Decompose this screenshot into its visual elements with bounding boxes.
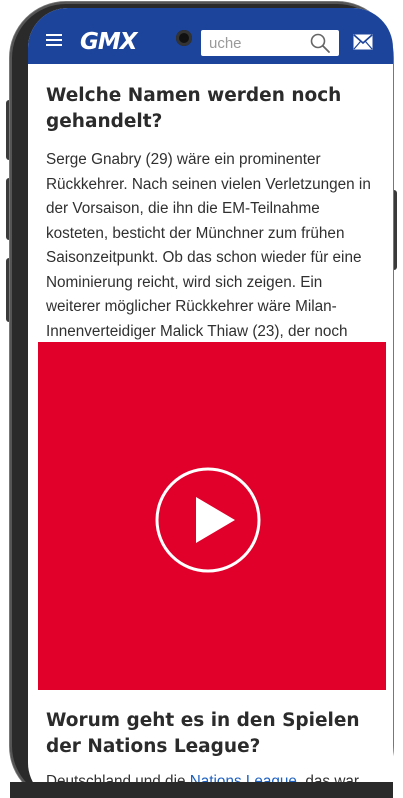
site-header: GMX (28, 8, 393, 64)
search-input[interactable] (209, 30, 307, 56)
phone-bottom-bezel (10, 782, 393, 798)
video-player[interactable] (38, 342, 386, 690)
play-icon[interactable] (154, 466, 262, 574)
article-heading: Welche Namen werden noch gehandelt? (46, 85, 342, 132)
phone-screen: GMX Welche Namen werden noch gehandel (28, 8, 393, 798)
phone-mockup: GMX Welche Namen werden noch gehandel (0, 0, 403, 798)
article-heading: Worum geht es in den Spielen der Nations… (46, 710, 360, 757)
hamburger-menu-icon[interactable] (46, 34, 62, 46)
gmx-logo[interactable]: GMX (80, 29, 137, 55)
front-camera (176, 30, 192, 46)
search-icon[interactable] (309, 32, 331, 54)
mail-icon[interactable] (353, 34, 373, 50)
article-paragraph: Serge Gnabry (29) wäre ein prominenter R… (46, 151, 371, 340)
